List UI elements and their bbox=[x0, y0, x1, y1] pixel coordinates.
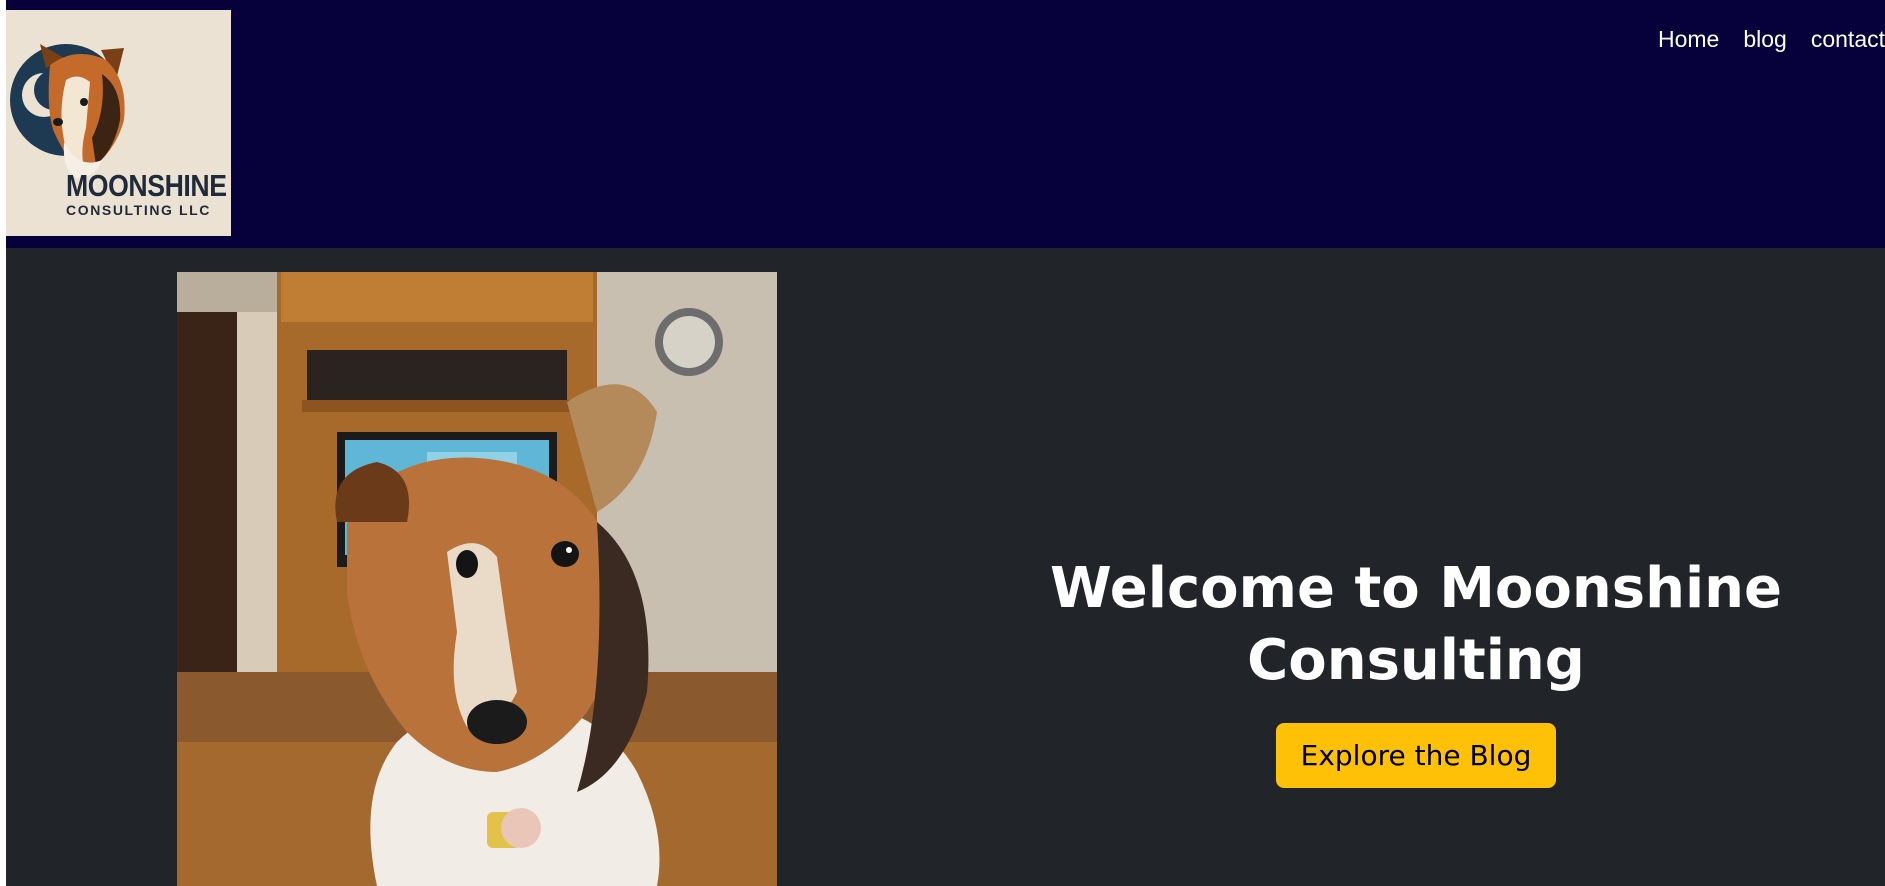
nav-home-link[interactable]: Home bbox=[1658, 26, 1719, 53]
hero-section: Welcome to Moonshine Consulting Explore … bbox=[6, 248, 1885, 886]
explore-blog-button[interactable]: Explore the Blog bbox=[1275, 723, 1557, 788]
dog-photo bbox=[177, 272, 777, 886]
nav-blog-link[interactable]: blog bbox=[1743, 26, 1786, 53]
dog-photo-image bbox=[177, 272, 777, 886]
hero-title: Welcome to Moonshine Consulting bbox=[1050, 556, 1782, 693]
site-logo[interactable]: MOONSHINE CONSULTING LLC bbox=[6, 10, 231, 236]
nav-contact-link[interactable]: contact bbox=[1811, 26, 1885, 53]
main-nav: Home blog contact bbox=[1658, 26, 1885, 53]
site-header: MOONSHINE CONSULTING LLC Home blog conta… bbox=[6, 0, 1885, 248]
hero-content: Welcome to Moonshine Consulting Explore … bbox=[1006, 553, 1826, 788]
page: MOONSHINE CONSULTING LLC Home blog conta… bbox=[6, 0, 1885, 886]
logo-subtitle: CONSULTING LLC bbox=[66, 202, 212, 218]
logo-title: MOONSHINE bbox=[66, 168, 227, 203]
